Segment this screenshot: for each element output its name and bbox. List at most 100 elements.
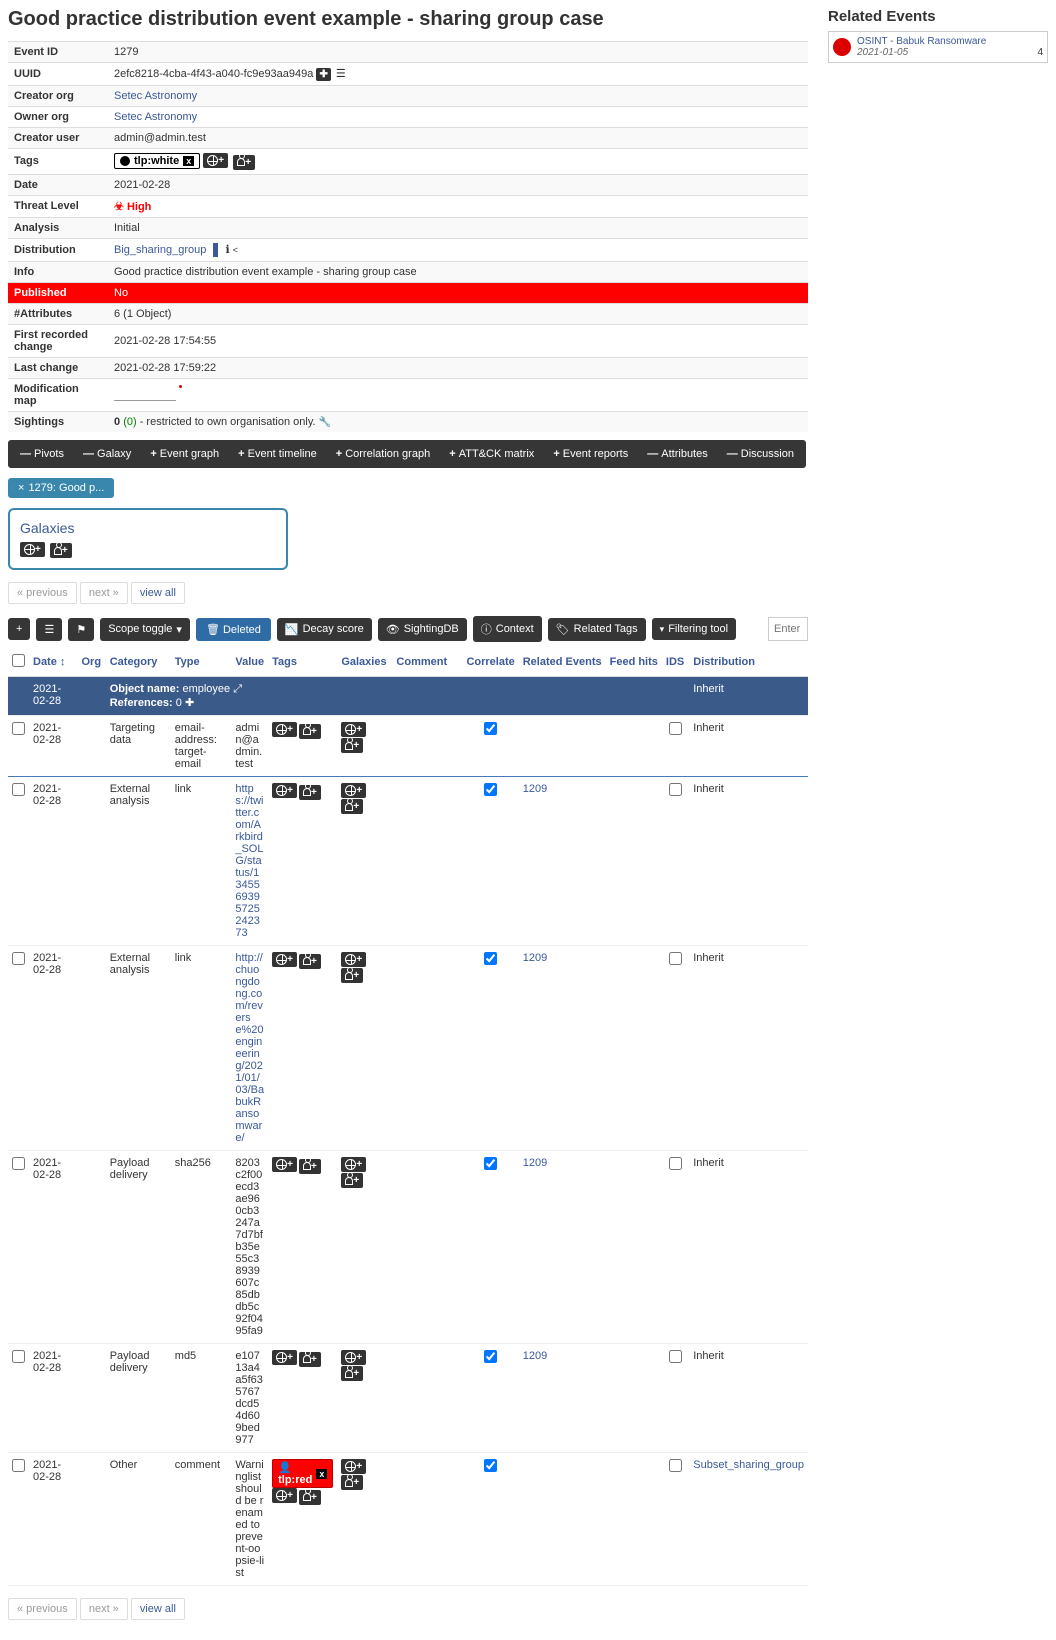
label-owner-org: Owner org — [8, 107, 108, 128]
add-tag-local-button[interactable]: + — [299, 954, 321, 969]
toolbar-search-input[interactable] — [768, 617, 808, 641]
col-type[interactable]: Type — [175, 656, 200, 668]
row-checkbox[interactable] — [12, 952, 25, 965]
add-tag-globe-button[interactable]: + — [272, 1488, 297, 1503]
add-tag-globe-button[interactable]: + — [341, 1459, 366, 1474]
add-tag-local-button[interactable]: + — [341, 1366, 363, 1381]
wrench-icon[interactable] — [319, 416, 331, 428]
row-checkbox[interactable] — [12, 1157, 25, 1170]
correlate-checkbox[interactable] — [484, 952, 497, 965]
related-event-link[interactable]: 1209 — [523, 1157, 547, 1169]
toolbar-scope-toggle[interactable]: Scope toggle ▾ — [100, 618, 190, 641]
toolbar-related-tags[interactable]: 🏷 Related Tags — [548, 618, 646, 641]
uuid-action-1[interactable]: ✚ — [316, 68, 330, 81]
ids-checkbox[interactable] — [669, 1350, 682, 1363]
nav-attributes[interactable]: —Attributes — [639, 444, 715, 464]
related-event-link[interactable]: 1209 — [523, 952, 547, 964]
add-galaxy-local-button[interactable]: + — [50, 543, 72, 558]
ids-checkbox[interactable] — [669, 1157, 682, 1170]
tag-remove-icon[interactable]: x — [183, 156, 194, 166]
related-event-link[interactable]: 1209 — [523, 1350, 547, 1362]
add-tag-local-button[interactable]: + — [299, 1159, 321, 1174]
col-value[interactable]: Value — [235, 656, 264, 668]
link-distribution[interactable]: Big_sharing_group — [114, 244, 206, 256]
correlate-checkbox[interactable] — [484, 722, 497, 735]
col-comment[interactable]: Comment — [396, 656, 447, 668]
pager-view-all[interactable]: view all — [131, 582, 185, 604]
add-tag-globe-button[interactable]: + — [341, 1350, 366, 1365]
tag-tlp-red[interactable]: 👤 tlp:redx — [272, 1459, 333, 1488]
add-tag-globe-button[interactable]: + — [341, 722, 366, 737]
nav-attack-matrix[interactable]: +ATT&CK matrix — [441, 444, 542, 464]
add-tag-globe-button[interactable]: + — [272, 952, 297, 967]
ids-checkbox[interactable] — [669, 783, 682, 796]
add-tag-globe-button[interactable]: + — [272, 783, 297, 798]
nav-correlation-graph[interactable]: +Correlation graph — [328, 444, 438, 464]
correlate-checkbox[interactable] — [484, 1157, 497, 1170]
correlate-checkbox[interactable] — [484, 1459, 497, 1472]
row-checkbox[interactable] — [12, 1350, 25, 1363]
add-tag-globe-button[interactable]: + — [272, 1350, 297, 1365]
add-tag-local-button[interactable]: + — [341, 1173, 363, 1188]
add-local-tag-button[interactable]: + — [233, 155, 255, 170]
toolbar-sightingdb[interactable]: 👁 SightingDB — [378, 618, 467, 641]
pager-view-all-bottom[interactable]: view all — [131, 1598, 185, 1620]
add-tag-globe-button[interactable]: + — [272, 1157, 297, 1172]
toolbar-tag-button[interactable]: ⚑ — [68, 618, 94, 641]
nav-pivots[interactable]: —Pivots — [12, 444, 72, 464]
attribute-value-link[interactable]: https://twitter.com/Arkbird_SOLG/status/… — [235, 783, 263, 939]
info-icon[interactable] — [225, 244, 229, 256]
ids-checkbox[interactable] — [669, 1459, 682, 1472]
ids-checkbox[interactable] — [669, 952, 682, 965]
col-ids[interactable]: IDS — [666, 656, 684, 668]
add-tag-local-button[interactable]: + — [299, 785, 321, 800]
tag-tlp-white[interactable]: tlp:whitex — [114, 153, 200, 169]
correlate-checkbox[interactable] — [484, 1350, 497, 1363]
uuid-action-2[interactable]: ☰ — [336, 68, 346, 80]
tag-remove-icon[interactable]: x — [316, 1469, 327, 1479]
add-tag-local-button[interactable]: + — [341, 1475, 363, 1490]
related-event-card[interactable]: OSINT - Babuk Ransomware 2021-01-05 4 — [828, 31, 1048, 63]
toolbar-filtering[interactable]: Filtering tool — [652, 618, 736, 640]
row-checkbox[interactable] — [12, 1459, 25, 1472]
add-tag-local-button[interactable]: + — [341, 968, 363, 983]
close-icon[interactable]: × — [18, 482, 24, 494]
attribute-value-link[interactable]: http://chuongdong.com/reverse%20engineer… — [235, 952, 264, 1144]
add-tag-local-button[interactable]: + — [299, 724, 321, 739]
link-owner-org[interactable]: Setec Astronomy — [114, 111, 197, 123]
add-tag-local-button[interactable]: + — [299, 1352, 321, 1367]
distribution-link[interactable]: Subset_sharing_group — [693, 1459, 804, 1471]
col-date[interactable]: Date — [33, 656, 57, 668]
ids-checkbox[interactable] — [669, 722, 682, 735]
toolbar-list-button[interactable]: ☰ — [36, 618, 62, 641]
nav-galaxy[interactable]: —Galaxy — [75, 444, 139, 464]
pivot-crumb[interactable]: ×1279: Good p... — [8, 478, 114, 498]
correlate-checkbox[interactable] — [484, 783, 497, 796]
toolbar-decay[interactable]: 📉 Decay score — [277, 618, 372, 641]
toolbar-context[interactable]: ⓘ Context — [473, 616, 542, 642]
col-org[interactable]: Org — [82, 656, 102, 668]
add-tag-local-button[interactable]: + — [299, 1490, 321, 1505]
nav-event-reports[interactable]: +Event reports — [545, 444, 636, 464]
col-distribution[interactable]: Distribution — [693, 656, 755, 668]
toolbar-add-button[interactable]: + — [8, 618, 30, 640]
add-tag-globe-button[interactable]: + — [341, 952, 366, 967]
toolbar-deleted[interactable]: 🗑 Deleted — [196, 618, 271, 641]
nav-discussion[interactable]: —Discussion — [719, 444, 802, 464]
add-globe-tag-button[interactable]: + — [203, 153, 228, 168]
row-checkbox[interactable] — [12, 783, 25, 796]
share-icon[interactable] — [233, 244, 237, 256]
add-tag-globe-button[interactable]: + — [341, 783, 366, 798]
select-all-checkbox[interactable] — [12, 654, 25, 667]
link-creator-org[interactable]: Setec Astronomy — [114, 90, 197, 102]
add-tag-local-button[interactable]: + — [341, 799, 363, 814]
add-tag-globe-button[interactable]: + — [272, 722, 297, 737]
add-tag-globe-button[interactable]: + — [341, 1157, 366, 1172]
row-checkbox[interactable] — [12, 722, 25, 735]
add-galaxy-globe-button[interactable]: + — [20, 542, 45, 557]
add-tag-local-button[interactable]: + — [341, 738, 363, 753]
nav-event-graph[interactable]: +Event graph — [142, 444, 227, 464]
col-category[interactable]: Category — [110, 656, 158, 668]
nav-event-timeline[interactable]: +Event timeline — [230, 444, 325, 464]
related-event-link[interactable]: 1209 — [523, 783, 547, 795]
